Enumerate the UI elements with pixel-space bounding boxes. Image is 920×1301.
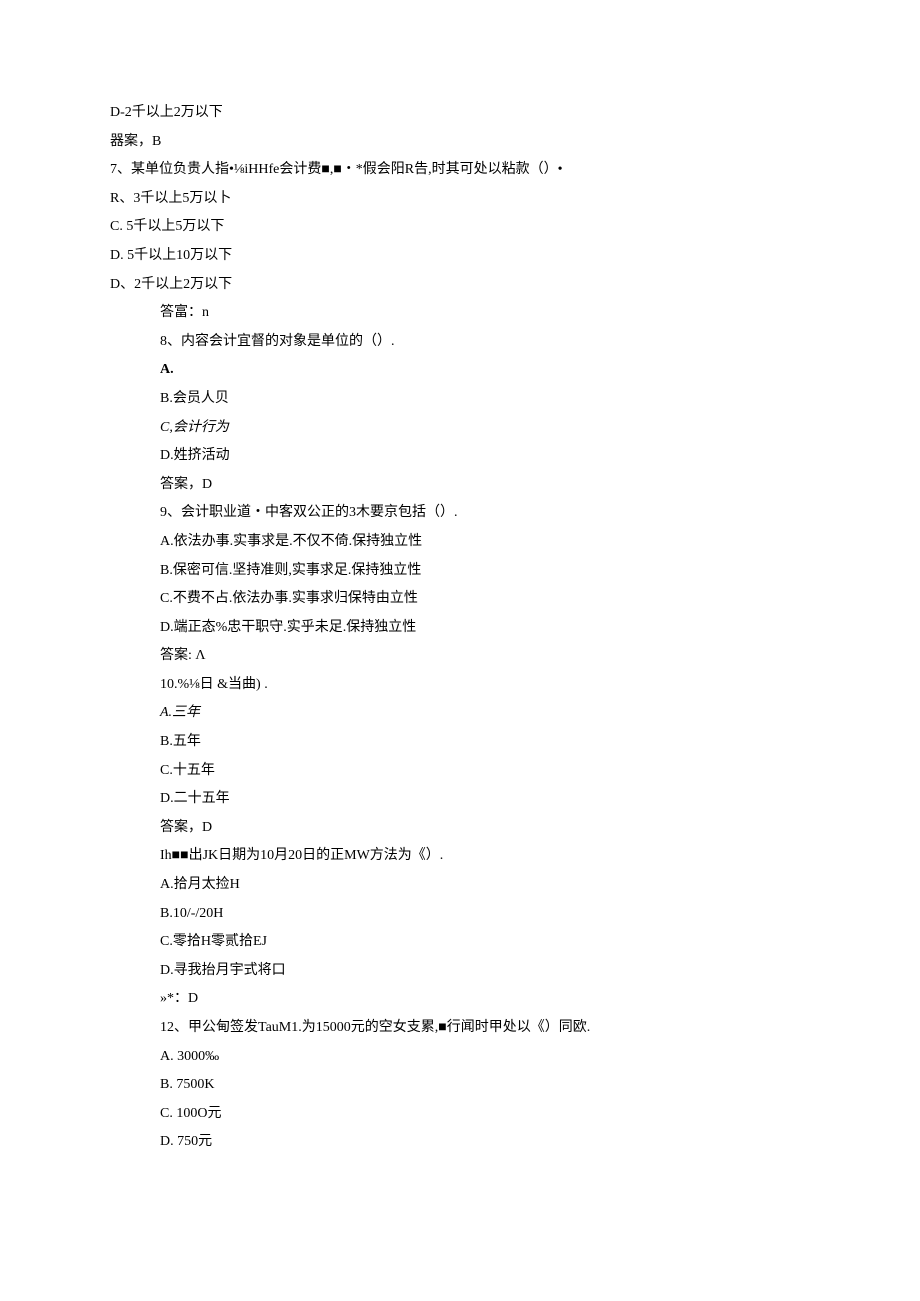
text-line: A. 3000‰ xyxy=(110,1044,810,1071)
text-line: D. 750元 xyxy=(110,1129,810,1156)
text-line: B.10/-/20H xyxy=(110,901,810,928)
text-line: C.十五年 xyxy=(110,758,810,785)
text-line: D.端正态%忠干职守.实乎未足.保持独立性 xyxy=(110,615,810,642)
text-line: »*：D xyxy=(110,986,810,1013)
text-line: R、3千以上5万以卜 xyxy=(110,186,810,213)
text-line: A.依法办事.实事求是.不仅不倚.保持独立性 xyxy=(110,529,810,556)
text-line: 7、某单位负贵人指•⅛iHHfe会计费■,■・*假会阳R告,时其可处以粘款（）• xyxy=(110,157,810,184)
text-line: D.姓挤活动 xyxy=(110,443,810,470)
text-line: 答案，D xyxy=(110,472,810,499)
text-line: 10.%⅛日 &当曲) . xyxy=(110,672,810,699)
text-line: 器案，B xyxy=(110,129,810,156)
text-line: D. 5千以上10万以下 xyxy=(110,243,810,270)
text-line: B. 7500K xyxy=(110,1072,810,1099)
text-line: C,会计行为 xyxy=(110,415,810,442)
text-line: B.会员人贝 xyxy=(110,386,810,413)
text-line: B.五年 xyxy=(110,729,810,756)
text-line: A.拾月太捡H xyxy=(110,872,810,899)
text-line: 答案，D xyxy=(110,815,810,842)
text-line: C. 100O元 xyxy=(110,1101,810,1128)
text-line: 9、会计职业道・中客双公正的3木要京包括（）. xyxy=(110,500,810,527)
text-line: C.不费不占.依法办事.实事求归保特由立性 xyxy=(110,586,810,613)
text-line: B.保密可信.坚持准则,实事求足.保持独立性 xyxy=(110,558,810,585)
document-content: D-2千以上2万以下器案，B7、某单位负贵人指•⅛iHHfe会计费■,■・*假会… xyxy=(110,100,810,1156)
text-line: 答富：n xyxy=(110,300,810,327)
text-line: D、2千以上2万以下 xyxy=(110,272,810,299)
text-line: C.零拾H零贰拾EJ xyxy=(110,929,810,956)
text-line: D.二十五年 xyxy=(110,786,810,813)
text-line: 8、内容会计宜督的对象是单位的（）. xyxy=(110,329,810,356)
text-line: A. xyxy=(110,357,810,384)
text-line: 答案: Λ xyxy=(110,643,810,670)
text-line: A.三年 xyxy=(110,700,810,727)
text-line: Ih■■出JK日期为10月20日的正MW方法为《）. xyxy=(110,843,810,870)
text-line: 12、甲公甸签发TauM1.为15000元的空女支累,■行闻时甲处以《）同欧. xyxy=(110,1015,810,1042)
text-line: D.寻我抬月宇式将口 xyxy=(110,958,810,985)
text-line: C. 5千以上5万以下 xyxy=(110,214,810,241)
text-line: D-2千以上2万以下 xyxy=(110,100,810,127)
